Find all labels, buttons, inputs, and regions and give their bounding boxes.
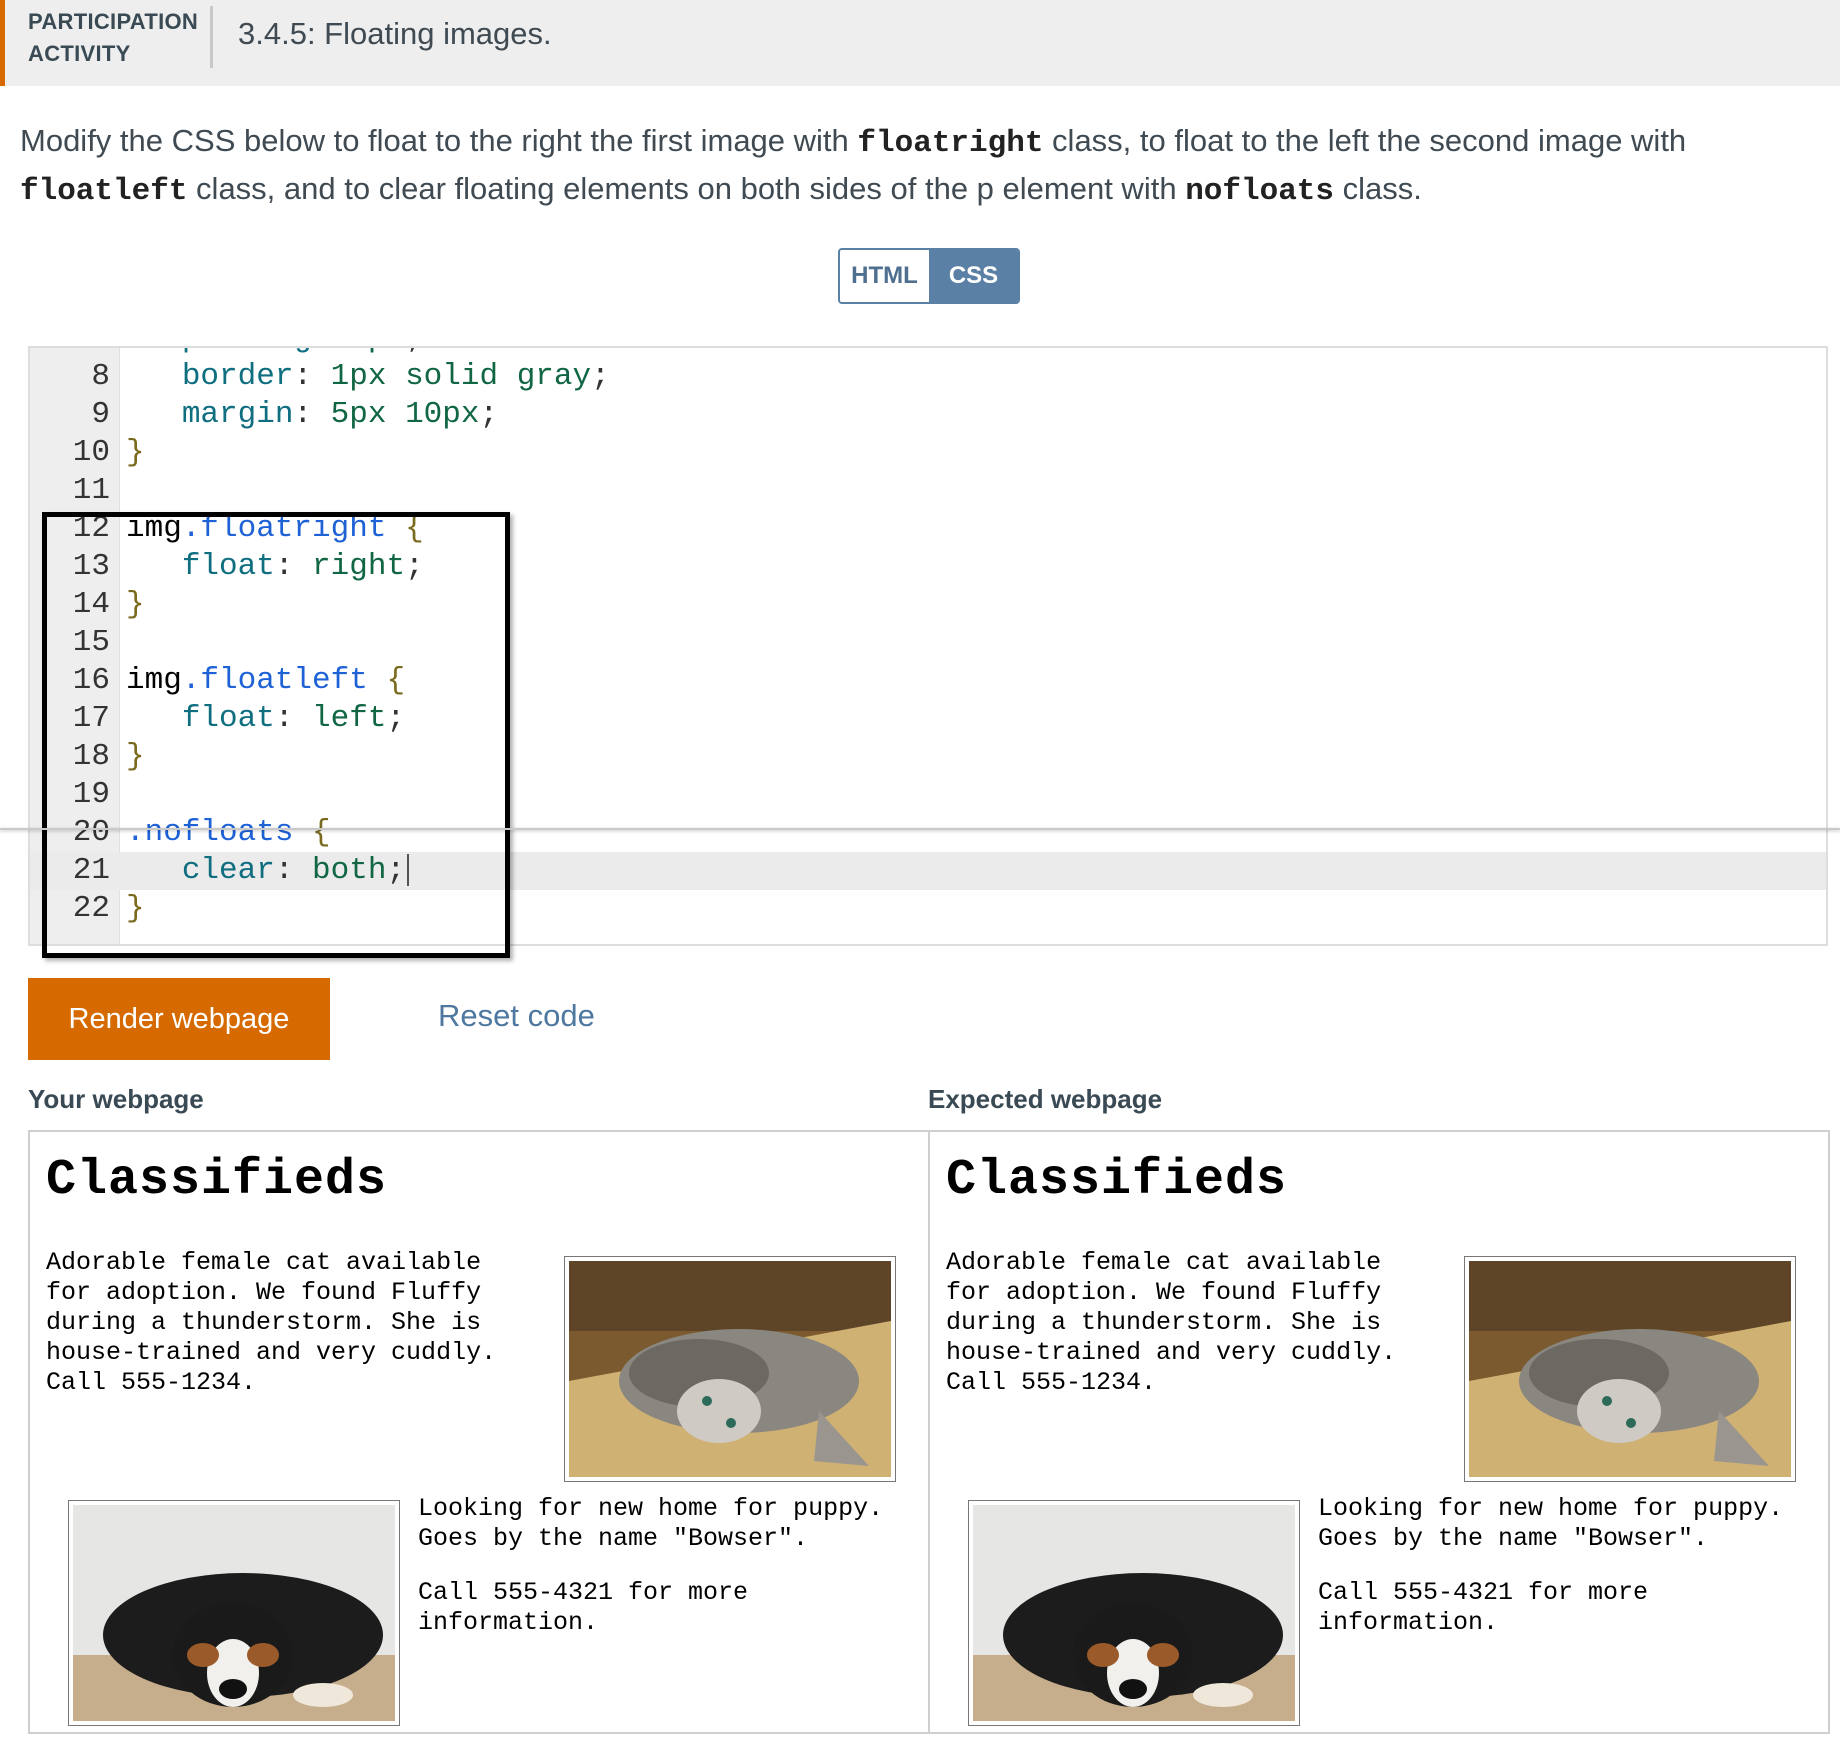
your-webpage-label: Your webpage: [28, 1084, 204, 1114]
code-text[interactable]: border: 1px solid gray;: [126, 358, 610, 396]
expected-webpage-panel: Classifieds Adorable female cat availabl…: [928, 1130, 1830, 1734]
instructions-text-4: class.: [1334, 171, 1422, 206]
line-number: 11: [72, 473, 110, 508]
dog-photo: [968, 1500, 1300, 1726]
code-text[interactable]: margin: 5px 10px;: [126, 396, 498, 434]
tab-css[interactable]: CSS: [929, 250, 1018, 302]
code-line[interactable]: 7 padding: 2px;: [30, 348, 1826, 358]
code-text[interactable]: padding: 2px;: [126, 348, 424, 358]
participation-activity-header: PARTICIPATION ACTIVITY 3.4.5: Floating i…: [0, 0, 1840, 86]
instructions-text-2: class, to float to the left the second i…: [1043, 123, 1687, 158]
instructions-code-nofloats: nofloats: [1185, 174, 1335, 209]
instructions-text-1: Modify the CSS below to float to the rig…: [20, 123, 858, 158]
instructions-text-3: class, and to clear floating elements on…: [187, 171, 1186, 206]
your-webpage-panel: Classifieds Adorable female cat availabl…: [28, 1130, 930, 1734]
puppy-ad-text: Looking for new home for puppy. Goes by …: [418, 1494, 884, 1553]
cat-photo: [564, 1256, 896, 1482]
reset-code-link[interactable]: Reset code: [438, 998, 595, 1034]
puppy-ad-text: Looking for new home for puppy. Goes by …: [1318, 1494, 1784, 1553]
highlight-annotation-box: [42, 512, 510, 958]
tab-html[interactable]: HTML: [840, 250, 929, 302]
code-line[interactable]: 11: [30, 472, 1826, 510]
code-line[interactable]: 10}: [30, 434, 1826, 472]
puppy-contact-text: Call 555-4321 for more information.: [1318, 1578, 1649, 1637]
screenshot-seam: [0, 828, 1840, 830]
dog-photo: [68, 1500, 400, 1726]
classifieds-heading: Classifieds: [946, 1152, 1288, 1209]
code-line[interactable]: 9 margin: 5px 10px;: [30, 396, 1826, 434]
cat-ad-text: Adorable female cat available for adopti…: [46, 1248, 497, 1397]
instructions-code-floatright: floatright: [857, 126, 1044, 161]
classifieds-heading: Classifieds: [46, 1152, 388, 1209]
instructions-code-floatleft: floatleft: [20, 174, 188, 209]
expected-webpage-label: Expected webpage: [928, 1084, 1163, 1114]
code-line[interactable]: 8 border: 1px solid gray;: [30, 358, 1826, 396]
activity-label-line1: PARTICIPATION: [28, 9, 199, 34]
render-webpage-button[interactable]: Render webpage: [28, 978, 330, 1060]
line-number: 8: [91, 359, 110, 394]
puppy-contact-text: Call 555-4321 for more information.: [418, 1578, 749, 1637]
cat-photo: [1464, 1256, 1796, 1482]
header-divider: [210, 6, 213, 68]
line-number: 10: [72, 435, 110, 470]
line-number: 7: [30, 348, 110, 358]
code-text[interactable]: }: [126, 434, 145, 472]
activity-title: 3.4.5: Floating images.: [238, 16, 552, 51]
cat-ad-text: Adorable female cat available for adopti…: [946, 1248, 1397, 1397]
activity-type-label: PARTICIPATION ACTIVITY: [28, 6, 208, 70]
language-toggle: HTML CSS: [838, 248, 1020, 304]
activity-label-line2: ACTIVITY: [28, 41, 131, 66]
line-number: 9: [91, 397, 110, 432]
instructions: Modify the CSS below to float to the rig…: [20, 118, 1800, 214]
